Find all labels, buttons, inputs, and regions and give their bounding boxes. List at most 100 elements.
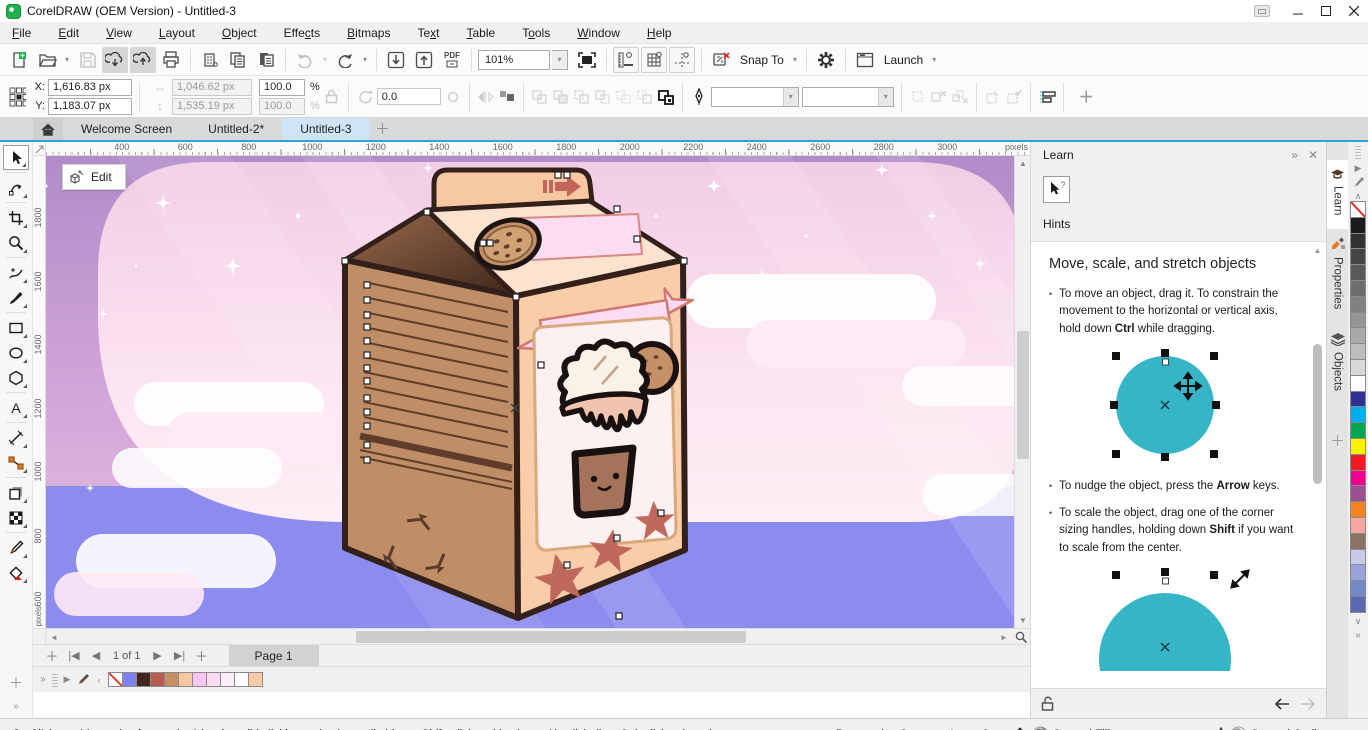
color-swatch[interactable]	[1350, 470, 1366, 487]
snap-to-dropdown[interactable]: ▾	[790, 55, 800, 64]
color-swatch[interactable]	[1350, 280, 1366, 297]
lock-ratio-icon[interactable]	[323, 89, 341, 104]
simplify-button[interactable]	[594, 89, 612, 105]
color-swatch[interactable]	[1350, 501, 1366, 518]
show-guidelines-button[interactable]	[669, 47, 695, 73]
document-color-swatch[interactable]	[136, 672, 151, 687]
menu-item[interactable]: Tools	[522, 26, 550, 40]
weld-button[interactable]	[531, 89, 549, 105]
cut-button[interactable]	[197, 47, 223, 73]
menu-item[interactable]: Table	[467, 26, 496, 40]
trim-button[interactable]	[552, 89, 570, 105]
y-position-field[interactable]: 1,183.07 px	[48, 98, 132, 115]
tab-properties[interactable]: Properties	[1327, 229, 1349, 323]
docpal-overflow-chevron[interactable]: »	[37, 674, 49, 685]
document-color-swatch[interactable]	[234, 672, 249, 687]
minimize-button[interactable]	[1284, 0, 1312, 22]
document-color-swatch[interactable]	[108, 672, 123, 687]
docker-collapse-chevrons[interactable]: »	[1291, 148, 1298, 162]
color-swatch[interactable]	[1350, 549, 1366, 566]
color-swatch[interactable]	[1350, 217, 1366, 234]
color-swatch[interactable]	[1350, 533, 1366, 550]
create-boundary-button[interactable]	[657, 89, 675, 105]
copy-properties-button[interactable]	[984, 89, 1002, 105]
hints-forward-button[interactable]	[1300, 698, 1316, 710]
color-swatch[interactable]	[1350, 406, 1366, 423]
to-curves-button[interactable]	[909, 89, 927, 105]
previous-page-button[interactable]: ◀	[85, 649, 107, 662]
tab-untitled-3[interactable]: Untitled-3	[282, 118, 369, 140]
copy-button[interactable]	[225, 47, 251, 73]
new-document-button[interactable]	[6, 47, 32, 73]
dimension-tool[interactable]	[3, 425, 29, 450]
rotation-angle-field[interactable]: 0.0	[377, 88, 441, 105]
options-gear-button[interactable]	[813, 47, 839, 73]
color-swatch[interactable]	[1350, 438, 1366, 455]
first-page-button[interactable]: |◀	[63, 649, 85, 662]
back-minus-front-button[interactable]	[636, 89, 654, 105]
transparency-tool[interactable]	[3, 505, 29, 530]
color-swatch[interactable]	[1350, 233, 1366, 250]
color-swatch[interactable]	[1350, 422, 1366, 439]
object-width-field[interactable]: 1,046.62 px	[172, 79, 252, 96]
outline-style-combo[interactable]: ▾	[802, 87, 894, 107]
document-color-swatch[interactable]	[220, 672, 235, 687]
paste-button[interactable]	[253, 47, 279, 73]
scale-v-field[interactable]: 100.0	[259, 98, 305, 115]
horizontal-ruler[interactable]: 4006008001000120014001600180020002200240…	[33, 142, 1030, 156]
fullscreen-preview-button[interactable]	[574, 47, 600, 73]
freehand-tool[interactable]	[3, 260, 29, 285]
ellipse-tool[interactable]	[3, 340, 29, 365]
color-swatch[interactable]	[1350, 312, 1366, 329]
add-page-left-button[interactable]: ＋	[41, 646, 63, 665]
hints-scrollbar[interactable]: ▲	[1312, 246, 1323, 684]
menu-item[interactable]: Text	[417, 26, 439, 40]
polygon-tool[interactable]	[3, 365, 29, 390]
lock-docker-icon[interactable]	[1041, 696, 1054, 711]
zoom-level-input[interactable]: 101%	[478, 50, 550, 70]
color-swatch[interactable]	[1350, 485, 1366, 502]
zoom-tool[interactable]	[3, 230, 29, 255]
add-docker-button[interactable]: ＋	[1331, 431, 1345, 451]
pan-zoom-button[interactable]	[1012, 629, 1030, 644]
snap-to-label[interactable]: Snap To	[740, 53, 784, 67]
undo-button[interactable]	[292, 47, 318, 73]
print-button[interactable]	[158, 47, 184, 73]
docpal-eyedropper-icon[interactable]	[76, 673, 90, 687]
menu-item[interactable]: Help	[647, 26, 672, 40]
status-outline-indicator[interactable]: Several Outlines	[1216, 726, 1335, 730]
redo-button[interactable]	[332, 47, 358, 73]
drawing-canvas[interactable]: Edit	[46, 156, 1014, 628]
color-swatch[interactable]	[1350, 327, 1366, 344]
object-height-field[interactable]: 1,535.19 px	[172, 98, 252, 115]
customize-toolbox-button[interactable]: ＋	[9, 673, 23, 693]
pick-tool[interactable]	[3, 145, 29, 170]
cloud-upload-button[interactable]	[130, 47, 156, 73]
add-page-right-button[interactable]: ＋	[191, 646, 213, 665]
docpal-flyout-arrow[interactable]: ▶	[61, 674, 73, 685]
connector-tool[interactable]	[3, 450, 29, 475]
alignment-button[interactable]	[1038, 89, 1056, 105]
save-button[interactable]	[74, 47, 100, 73]
undo-dropdown[interactable]: ▾	[320, 55, 330, 64]
menu-item[interactable]: Layout	[159, 26, 195, 40]
show-rulers-button[interactable]	[613, 47, 639, 73]
ruler-origin-icon[interactable]	[33, 142, 46, 156]
close-button[interactable]	[1340, 0, 1368, 22]
tab-untitled-2[interactable]: Untitled-2*	[190, 118, 282, 140]
color-swatch[interactable]	[1350, 564, 1366, 581]
zoom-level-dropdown[interactable]: ▾	[552, 50, 568, 70]
welcome-home-icon[interactable]	[33, 118, 63, 140]
color-swatch[interactable]	[1350, 248, 1366, 265]
menu-item[interactable]: Bitmaps	[347, 26, 390, 40]
color-swatch[interactable]	[1350, 375, 1366, 392]
rectangle-tool[interactable]	[3, 315, 29, 340]
x-position-field[interactable]: 1,616.83 px	[48, 79, 132, 96]
open-button[interactable]	[34, 47, 60, 73]
menu-item[interactable]: View	[106, 26, 132, 40]
tab-welcome-screen[interactable]: Welcome Screen	[63, 118, 190, 140]
outline-width-combo[interactable]: ▾	[711, 87, 799, 107]
hints-scroll-thumb[interactable]	[1313, 344, 1322, 484]
show-grid-button[interactable]	[641, 47, 667, 73]
mirror-vertical-button[interactable]	[498, 89, 516, 105]
